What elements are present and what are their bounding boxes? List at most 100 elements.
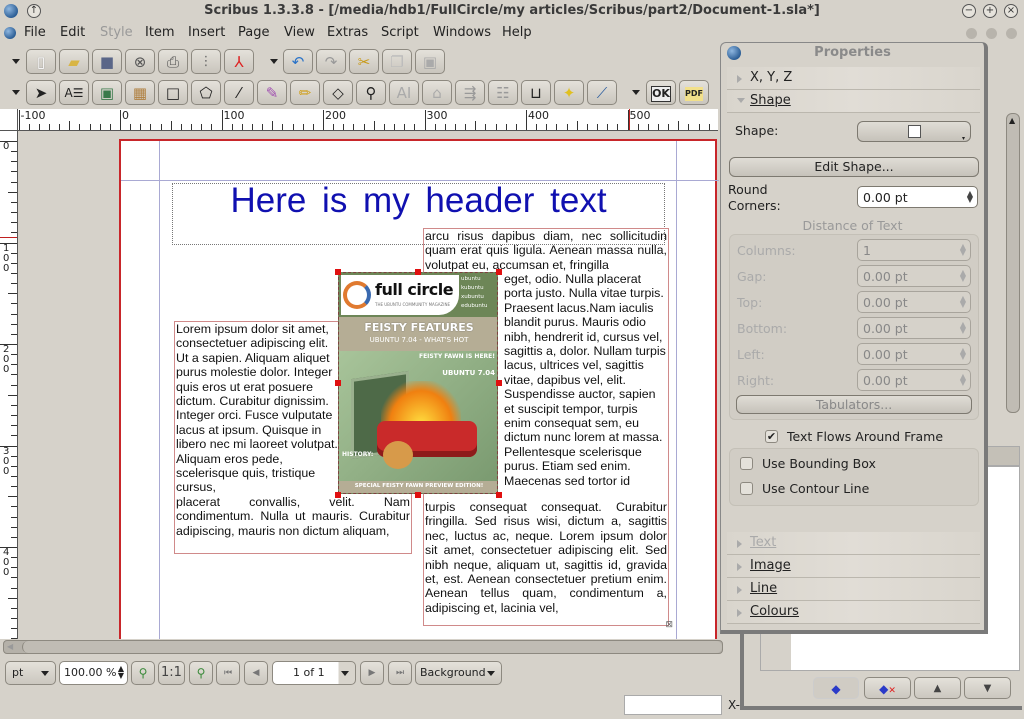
menu-windows[interactable]: Windows [433,25,491,40]
pdf-field-tool[interactable]: PDF [679,80,709,105]
page-select[interactable]: 1 of 1 [272,661,356,685]
gap-input[interactable]: 0.00 pt ▲ ▼ [857,265,971,287]
toolbar-handle-icon[interactable] [270,59,278,64]
ruler-origin[interactable] [0,109,18,131]
section-line[interactable]: Line [727,578,980,601]
zoom-in-button[interactable]: ⚲ [189,661,213,685]
raise-layer-button[interactable]: ▲ [914,677,961,699]
top-input[interactable]: 0.00 pt ▲ ▼ [857,291,971,313]
next-page-button[interactable]: ▶ [360,661,384,685]
overflow-marker-icon[interactable]: ⊠ [665,620,673,630]
toolbar-handle-icon[interactable] [632,90,640,95]
close-document-button[interactable]: ⊗ [125,49,155,74]
link-frames-tool[interactable]: ⇶ [455,80,485,105]
menu-item[interactable]: Item [145,25,175,40]
resize-handle[interactable] [335,492,341,498]
menu-extras[interactable]: Extras [327,25,368,40]
document-canvas[interactable]: Here is my header text Lorem ipsum dolor… [19,131,719,639]
spin-arrows-icon[interactable]: ▲ ▼ [118,665,124,680]
menu-help[interactable]: Help [502,25,532,40]
bottom-input[interactable]: 0.00 pt ▲ ▼ [857,317,971,339]
paste-button[interactable]: ▣ [415,49,445,74]
menu-edit[interactable]: Edit [60,25,85,40]
pdf-push-button-tool[interactable]: OK [646,80,676,105]
right-input[interactable]: 0.00 pt ▲ ▼ [857,369,971,391]
section-colours[interactable]: Colours [727,601,980,624]
measurements-tool[interactable]: ⊔ [521,80,551,105]
redo-button[interactable]: ↷ [316,49,346,74]
spin-arrows-icon[interactable]: ▲ ▼ [960,243,966,257]
menu-file[interactable]: File [24,25,46,40]
maximize-button[interactable]: + [983,4,997,18]
page[interactable]: Here is my header text Lorem ipsum dolor… [119,139,719,639]
layer-select[interactable]: Background [415,661,502,685]
copy-button[interactable]: ❐ [382,49,412,74]
resize-handle[interactable] [496,380,502,386]
cut-button[interactable]: ✂ [349,49,379,74]
menu-script[interactable]: Script [381,25,419,40]
lower-layer-button[interactable]: ▼ [964,677,1011,699]
copy-properties-tool[interactable]: ✦ [554,80,584,105]
open-button[interactable]: ▰ [59,49,89,74]
mdi-minimize-icon[interactable] [966,28,977,39]
menu-page[interactable]: Page [238,25,269,40]
edit-shape-button[interactable]: Edit Shape... [729,157,979,177]
tabulators-button[interactable]: Tabulators... [736,395,972,414]
zoom-out-button[interactable]: ⚲ [131,661,155,685]
text-frame-tool[interactable]: A☰ [59,80,89,105]
previous-page-button[interactable]: ◀ [244,661,268,685]
story-editor-tool[interactable]: ⌂ [422,80,452,105]
zoom-tool[interactable]: ⚲ [356,80,386,105]
spin-arrows-icon[interactable]: ▲ ▼ [960,347,966,361]
minimize-button[interactable]: − [962,4,976,18]
bezier-tool[interactable]: ✎ [257,80,287,105]
menu-view[interactable]: View [284,25,315,40]
spin-arrows-icon[interactable]: ▲ ▼ [967,190,973,204]
last-page-button[interactable]: ⏭ [388,661,412,685]
horizontal-ruler[interactable]: -100 0 100 200 300 400 500 [18,109,718,131]
edit-contents-tool[interactable]: AI [389,80,419,105]
use-bounding-box-checkbox[interactable] [740,457,753,470]
spin-arrows-icon[interactable]: ▲ ▼ [960,269,966,283]
round-corners-input[interactable]: 0.00 pt ▲ ▼ [857,186,978,208]
freehand-tool[interactable]: ✏ [290,80,320,105]
vertical-ruler[interactable]: 0 100 200 300 400 [0,131,18,639]
resize-handle[interactable] [415,269,421,275]
shape-tool[interactable]: □ [158,80,188,105]
close-button[interactable]: × [1004,4,1018,18]
menu-style[interactable]: Style [100,25,133,40]
image-frame[interactable]: full circle THE UBUNTU COMMUNITY MAGAZIN… [338,272,498,494]
preflight-button[interactable]: ⋮ [191,49,221,74]
unlink-frames-tool[interactable]: ☷ [488,80,518,105]
menu-insert[interactable]: Insert [188,25,225,40]
mdi-restore-icon[interactable] [986,28,997,39]
scroll-up-icon[interactable]: ▲ [1009,116,1015,125]
zoom-input[interactable]: 100.00 % ▲ ▼ [59,661,128,685]
vertical-scrollbar[interactable]: ▲ [1006,113,1020,413]
undo-button[interactable]: ↶ [283,49,313,74]
columns-input[interactable]: 1 ▲ ▼ [857,239,971,261]
use-contour-line-checkbox[interactable] [740,482,753,495]
table-tool[interactable]: ▦ [125,80,155,105]
spin-arrows-icon[interactable]: ▲ ▼ [960,321,966,335]
export-pdf-button[interactable]: ⅄ [224,49,254,74]
section-xyz[interactable]: X, Y, Z [727,67,980,90]
new-document-button[interactable]: ▯ [26,49,56,74]
section-image[interactable]: Image [727,555,980,578]
section-text[interactable]: Text [727,532,980,555]
unit-select[interactable]: pt [5,661,56,685]
save-button[interactable]: ■ [92,49,122,74]
first-page-button[interactable]: ⏮ [216,661,240,685]
image-frame-tool[interactable]: ▣ [92,80,122,105]
line-tool[interactable]: ⁄ [224,80,254,105]
mdi-close-icon[interactable] [1006,28,1017,39]
shape-select[interactable]: ▾ [857,121,971,142]
left-input[interactable]: 0.00 pt ▲ ▼ [857,343,971,365]
eyedropper-tool[interactable]: ⟋ [587,80,617,105]
scrollbar-thumb[interactable] [22,641,722,653]
scroll-left-icon[interactable]: ◀ [7,642,13,651]
resize-handle[interactable] [335,269,341,275]
print-button[interactable]: ⎙ [158,49,188,74]
resize-handle[interactable] [415,492,421,498]
document-icon[interactable] [4,27,16,39]
